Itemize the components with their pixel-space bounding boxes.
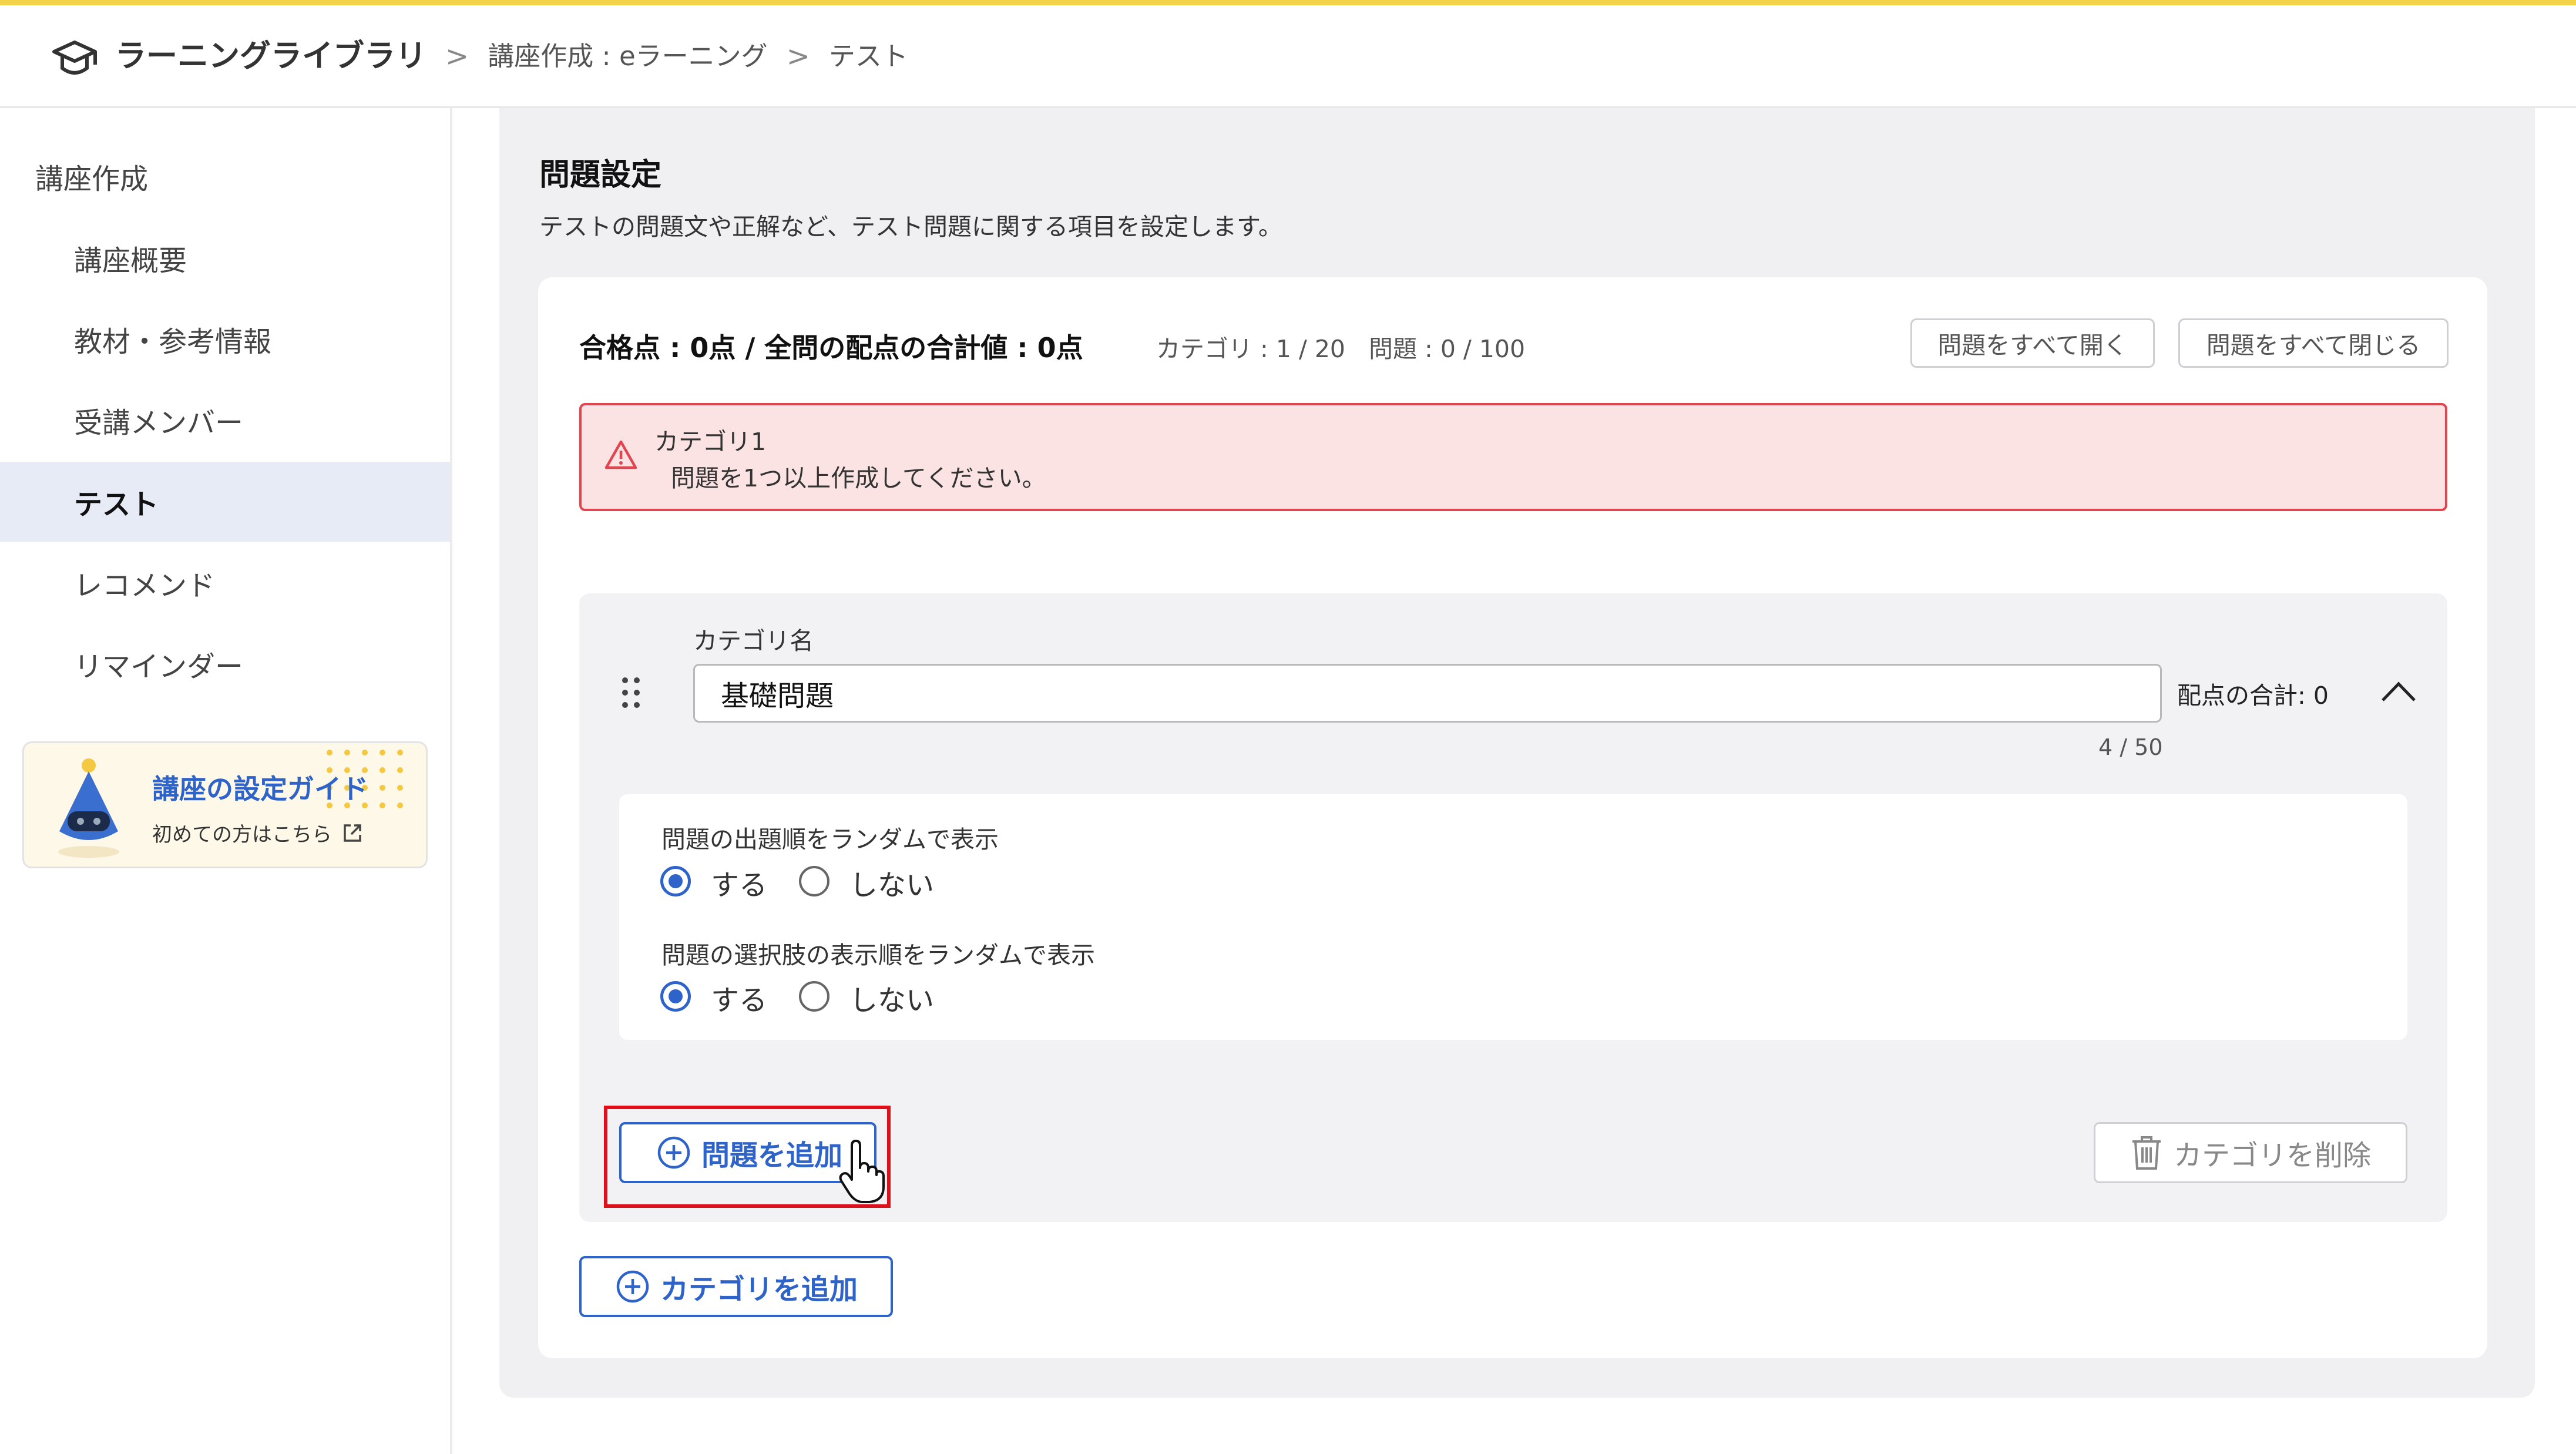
random-order-yes-radio[interactable] <box>660 866 691 896</box>
chevron-right-icon: > <box>786 40 810 73</box>
sidebar-item-reminder[interactable]: リマインダー <box>0 624 450 704</box>
category-name-label: カテゴリ名 <box>693 627 814 655</box>
breadcrumb-home[interactable]: ラーニングライブラリ <box>115 33 426 80</box>
warning-icon <box>604 440 637 469</box>
sidebar-item-test[interactable]: テスト <box>0 462 450 542</box>
add-category-label: カテゴリを追加 <box>660 1273 858 1306</box>
random-order-label: 問題の出題順をランダムで表示 <box>661 825 999 854</box>
random-choices-yes-radio[interactable] <box>660 981 691 1012</box>
random-choices-no-radio[interactable] <box>799 981 829 1012</box>
sidebar-item-recommend[interactable]: レコメンド <box>0 543 450 623</box>
error-alert: カテゴリ1 問題を1つ以上作成してください。 <box>579 403 2447 511</box>
top-accent-line <box>0 0 2576 5</box>
category-char-count: 4 / 50 <box>2098 734 2163 760</box>
section-title: 問題設定 <box>539 157 662 193</box>
trash-icon <box>2132 1136 2161 1170</box>
random-order-no-label[interactable]: しない <box>849 862 934 903</box>
category-count: カテゴリ : 1 / 20 <box>1156 335 1346 363</box>
sidebar-item-members[interactable]: 受講メンバー <box>0 380 450 460</box>
category-score-total: 配点の合計: 0 <box>2177 681 2329 710</box>
guide-subtitle: 初めての方はこちら <box>152 823 332 847</box>
sidebar-item-overview[interactable]: 講座概要 <box>0 218 450 298</box>
random-choices-yes-label[interactable]: する <box>711 977 767 1018</box>
random-order-yes-label[interactable]: する <box>711 862 767 903</box>
category-name-input[interactable]: 基礎問題 <box>693 664 2162 723</box>
plus-circle-icon <box>616 1270 649 1303</box>
settings-guide-banner[interactable]: 講座の設定ガイド 初めての方はこちら <box>22 741 428 868</box>
chevron-right-icon: > <box>445 40 469 73</box>
guide-title: 講座の設定ガイド <box>152 773 368 805</box>
chevron-up-icon[interactable] <box>2380 679 2417 703</box>
delete-category-label: カテゴリを削除 <box>2173 1139 2371 1172</box>
random-choices-no-label[interactable]: しない <box>849 977 934 1018</box>
sidebar-item-materials[interactable]: 教材・参考情報 <box>0 299 450 379</box>
close-all-questions-button[interactable]: 問題をすべて閉じる <box>2178 318 2449 368</box>
drag-handle-icon[interactable] <box>620 676 642 710</box>
sidebar-heading: 講座作成 <box>35 163 149 196</box>
breadcrumb: ラーニングライブラリ > 講座作成 : eラーニング > テスト <box>115 33 908 80</box>
section-description: テストの問題文や正解など、テスト問題に関する項目を設定します。 <box>539 213 1282 241</box>
question-count: 問題 : 0 / 100 <box>1369 335 1526 363</box>
robot-mascot-icon <box>58 758 119 858</box>
external-link-icon <box>344 824 361 842</box>
passing-score-summary: 合格点 : 0点 / 全問の配点の合計値 : 0点 <box>579 332 1083 364</box>
breadcrumb-course[interactable]: 講座作成 : eラーニング <box>488 33 767 80</box>
random-order-no-radio[interactable] <box>799 866 829 896</box>
alert-title: カテゴリ1 <box>654 428 767 456</box>
delete-category-button[interactable]: カテゴリを削除 <box>2094 1122 2407 1183</box>
graduation-cap-icon <box>52 41 97 75</box>
breadcrumb-current: テスト <box>828 41 908 72</box>
alert-message: 問題を1つ以上作成してください。 <box>671 464 1046 492</box>
open-all-questions-button[interactable]: 問題をすべて開く <box>1910 318 2155 368</box>
hand-cursor-icon <box>839 1140 885 1203</box>
add-category-button[interactable]: カテゴリを追加 <box>579 1256 893 1317</box>
random-choices-label: 問題の選択肢の表示順をランダムで表示 <box>661 941 1095 969</box>
